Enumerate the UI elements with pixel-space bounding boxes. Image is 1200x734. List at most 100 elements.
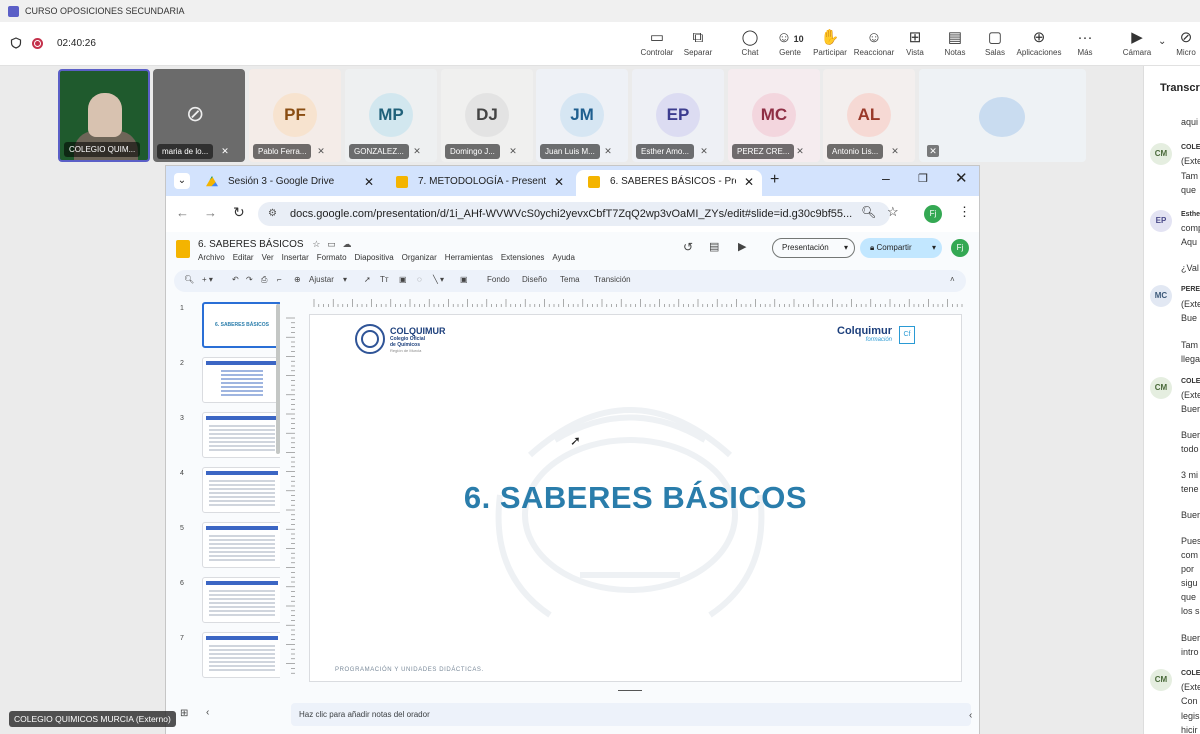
participant-tile[interactable]: ✕ <box>919 69 1086 162</box>
close-tab-icon[interactable]: ✕ <box>364 170 374 194</box>
filmstrip-scrollbar[interactable] <box>276 304 280 454</box>
back-icon[interactable]: ← <box>176 205 189 220</box>
browser-tab[interactable]: Sesión 3 - Google Drive ✕ <box>194 170 382 196</box>
slide-thumbnail[interactable]: 6. SABERES BÁSICOS <box>202 302 280 348</box>
slide-thumbnail[interactable] <box>202 522 280 568</box>
zoom-icon[interactable]: ⊕ <box>294 275 301 284</box>
collapse-filmstrip-icon[interactable]: ‹ <box>206 707 209 718</box>
image-icon[interactable]: ▣ <box>399 275 407 284</box>
menu-herramientas[interactable]: Herramientas <box>445 253 493 262</box>
minimize-icon[interactable]: – <box>882 170 890 186</box>
background-button[interactable]: Fondo <box>487 275 510 284</box>
paint-format-icon[interactable]: ⌐ <box>277 275 282 284</box>
share-button[interactable]: 🔒︎ Compartir ▾ <box>860 238 942 258</box>
transition-button[interactable]: Transición <box>594 275 631 284</box>
browser-tab[interactable]: 7. METODOLOGÍA - Presentació✕ <box>384 170 572 196</box>
share-dropdown-icon[interactable]: ▾ <box>932 238 936 258</box>
participant-name: maria de lo... <box>157 144 214 159</box>
slide-thumbnail[interactable] <box>202 467 280 513</box>
menu-insertar[interactable]: Insertar <box>282 253 309 262</box>
camera-options-chevron-icon[interactable]: ⌄ <box>1158 36 1166 47</box>
comments-icon[interactable]: ▤ <box>709 240 719 253</box>
site-info-icon[interactable]: ⚙ <box>268 202 277 226</box>
forward-icon[interactable]: → <box>204 205 217 220</box>
search-menus-icon[interactable]: 🔍︎ <box>184 275 194 284</box>
menu-ver[interactable]: Ver <box>262 253 274 262</box>
new-tab-icon[interactable]: + <box>770 171 779 189</box>
participant-tile[interactable]: DJ Domingo J... ✕ <box>441 69 533 162</box>
notes-resize-handle[interactable] <box>618 690 642 691</box>
thumbnail-text-line <box>209 441 275 443</box>
theme-button[interactable]: Tema <box>560 275 580 284</box>
participant-tile[interactable]: MP GONZALEZ... ✕ <box>345 69 437 162</box>
close-tab-icon[interactable]: ✕ <box>744 170 754 194</box>
slide-canvas[interactable]: COLQUIMUR Colegio Oficial de Químicos Re… <box>309 314 962 682</box>
shield-icon[interactable] <box>10 37 22 49</box>
tool-separar[interactable]: ⧉ Separar <box>675 28 721 57</box>
slide-title[interactable]: 6. SABERES BÁSICOS <box>310 480 961 516</box>
participant-tile[interactable]: EP Esther Amo... ✕ <box>632 69 724 162</box>
tool-reaccionar[interactable]: ☺ Reaccionar <box>851 28 897 57</box>
tool-micro[interactable]: ⊘ Micro <box>1163 28 1200 57</box>
collapse-toolbar-icon[interactable]: ˄ <box>950 275 955 284</box>
document-title[interactable]: 6. SABERES BÁSICOS <box>198 239 304 250</box>
thumbnail-text-line <box>209 547 275 549</box>
layout-button[interactable]: Diseño <box>522 275 547 284</box>
account-avatar[interactable]: Fj <box>951 239 969 257</box>
grid-view-icon[interactable]: ⊞ <box>180 708 188 719</box>
history-icon[interactable]: ↺ <box>683 240 693 254</box>
restore-icon[interactable]: ❐ <box>918 172 928 185</box>
present-button[interactable]: Presentación ▾ <box>772 238 855 258</box>
tool-controlar[interactable]: ▭ Controlar <box>634 28 680 57</box>
tool-salas[interactable]: ▢ Salas <box>972 28 1018 57</box>
move-folder-icon[interactable]: ▭ <box>327 239 336 249</box>
star-icon[interactable]: ☆ <box>312 239 320 249</box>
chrome-menu-icon[interactable]: ⋮ <box>958 204 971 220</box>
participant-tile[interactable]: ⊘ maria de lo... ✕ <box>153 69 245 162</box>
menu-extensiones[interactable]: Extensiones <box>501 253 545 262</box>
print-icon[interactable]: ⎙ <box>261 275 267 285</box>
redo-icon[interactable]: ↷ <box>246 275 253 284</box>
tab-search-icon[interactable]: ⌄ <box>174 173 190 189</box>
slide-thumbnail[interactable] <box>202 577 280 623</box>
menu-editar[interactable]: Editar <box>233 253 254 262</box>
speaker-notes[interactable]: Haz clic para añadir notas del orador <box>291 703 971 726</box>
menu-diapositiva[interactable]: Diapositiva <box>355 253 394 262</box>
menu-organizar[interactable]: Organizar <box>402 253 437 262</box>
participant-tile[interactable]: AL Antonio Lis... ✕ <box>823 69 915 162</box>
new-slide-icon[interactable]: + ▾ <box>202 275 213 284</box>
slide-thumbnail[interactable] <box>202 357 280 403</box>
side-panel-toggle-icon[interactable]: ‹ <box>969 710 972 721</box>
menu-ayuda[interactable]: Ayuda <box>552 253 575 262</box>
menu-archivo[interactable]: Archivo <box>198 253 225 262</box>
profile-avatar[interactable]: Fj <box>924 205 942 223</box>
present-dropdown-icon[interactable]: ▾ <box>844 239 848 257</box>
browser-tab[interactable]: 6. SABERES BÁSICOS - Presenta✕ <box>576 170 762 196</box>
participant-tile[interactable]: MC PEREZ CRE... ✕ <box>728 69 820 162</box>
bookmark-star-icon[interactable]: ☆ <box>887 204 899 220</box>
menu-formato[interactable]: Formato <box>317 253 347 262</box>
slide-thumbnail[interactable] <box>202 632 280 678</box>
tool-aplicaciones[interactable]: ⊕ Aplicaciones <box>1016 28 1062 57</box>
participant-tile[interactable]: JM Juan Luis M... ✕ <box>536 69 628 162</box>
zoom-search-icon[interactable]: 🔍︎ <box>861 205 876 219</box>
line-icon[interactable]: ╲ ▾ <box>433 275 444 284</box>
tool-más[interactable]: ··· Más <box>1062 28 1108 57</box>
slide-thumbnail[interactable] <box>202 412 280 458</box>
comment-add-icon[interactable]: ▣ <box>460 275 468 284</box>
reload-icon[interactable]: ↻ <box>233 204 245 221</box>
meet-icon[interactable]: ▶ <box>738 240 746 253</box>
close-window-icon[interactable]: ✕ <box>955 169 968 187</box>
text-box-icon[interactable]: Tт <box>380 275 389 284</box>
shape-icon[interactable]: ◌ <box>417 275 422 284</box>
close-tab-icon[interactable]: ✕ <box>554 170 564 194</box>
url-input[interactable]: ⚙ docs.google.com/presentation/d/1i_AHf-… <box>258 202 890 226</box>
fit-zoom-select[interactable]: Ajustar <box>309 275 334 284</box>
participant-tile[interactable]: COLEGIO QUIM... <box>58 69 150 162</box>
select-cursor-icon[interactable]: ➚ <box>364 275 371 284</box>
fit-dropdown-icon[interactable]: ▾ <box>343 275 347 284</box>
participant-tile[interactable]: PF Pablo Ferra... ✕ <box>249 69 341 162</box>
tool-participar[interactable]: ✋ Participar <box>807 28 853 57</box>
tool-cámara[interactable]: ▶ Cámara <box>1114 28 1160 57</box>
undo-icon[interactable]: ↶ <box>232 275 239 284</box>
